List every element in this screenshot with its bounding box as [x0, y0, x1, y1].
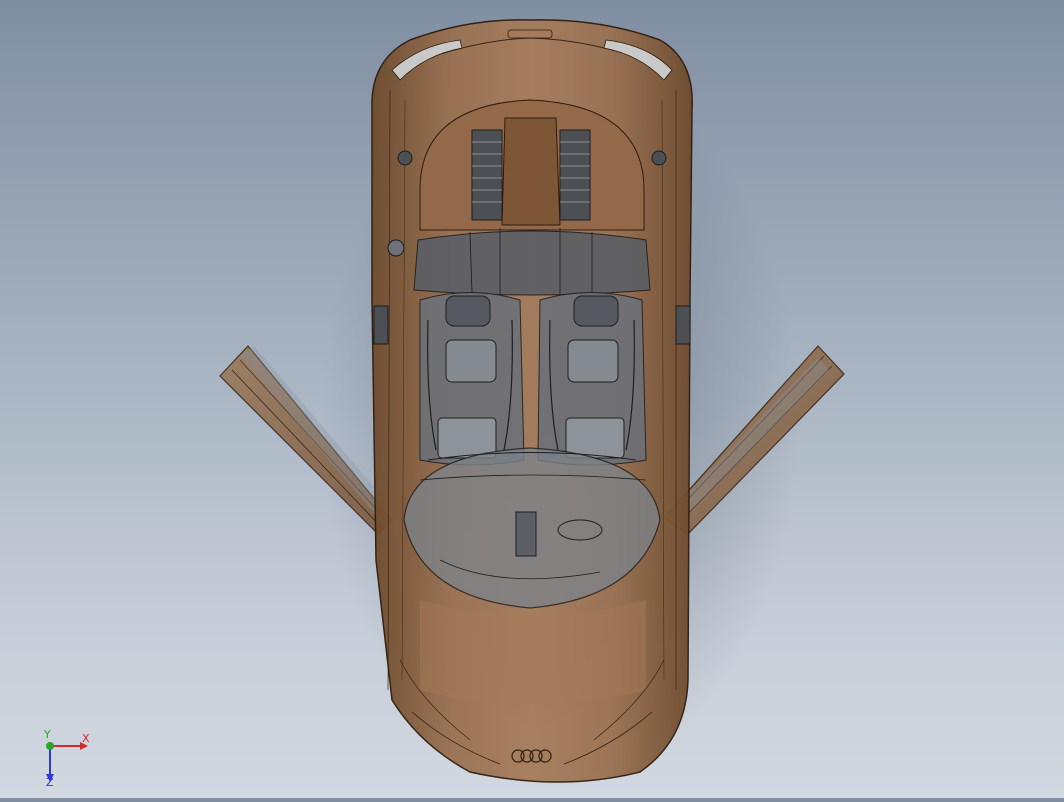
y-axis-dot	[46, 742, 54, 750]
y-label: Y	[43, 730, 51, 741]
left-seat[interactable]	[419, 292, 525, 466]
car-model[interactable]	[0, 0, 1064, 798]
orientation-triad: X Y Z	[38, 728, 98, 789]
x-label: X	[82, 732, 90, 745]
right-seat[interactable]	[537, 292, 647, 466]
z-label: Z	[46, 776, 54, 786]
graphics-viewport[interactable]	[0, 0, 1064, 798]
